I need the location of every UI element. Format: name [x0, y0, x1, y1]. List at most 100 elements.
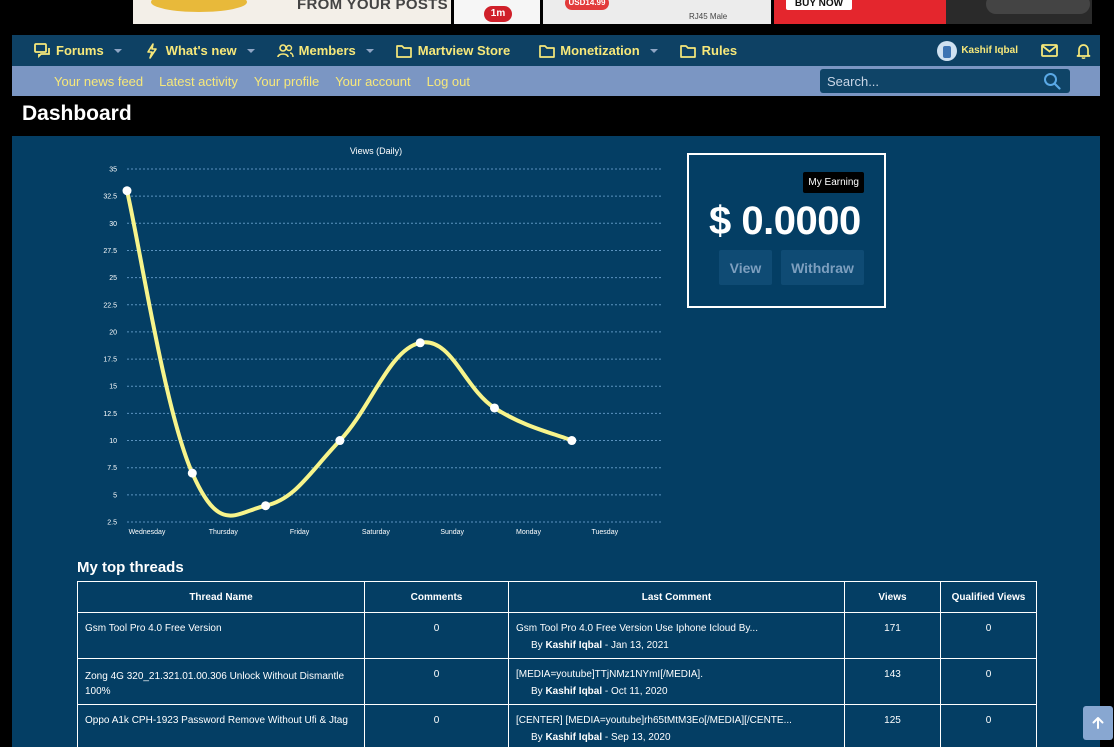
folder-icon [538, 42, 555, 59]
ad-banner-dark[interactable] [946, 0, 1092, 24]
table-row[interactable]: Zong 4G 320_21.321.01.00.306 Unlock With… [77, 658, 1037, 705]
chart-point[interactable] [490, 403, 499, 413]
by-label: By [531, 732, 543, 743]
author-link[interactable]: Kashif Iqbal [545, 640, 602, 651]
y-tick-label: 5 [113, 492, 117, 499]
view-earnings-button[interactable]: View [719, 250, 772, 285]
chart-point[interactable] [122, 186, 132, 196]
comments-count: 0 [364, 612, 509, 659]
chart-point[interactable] [335, 436, 345, 446]
nav-item-label: Monetization [560, 43, 640, 58]
folder-icon [680, 42, 697, 59]
x-tick-label: Friday [290, 529, 310, 536]
comment-date: - Sep 13, 2020 [604, 732, 671, 743]
last-comment-link[interactable]: [CENTER] [MEDIA=youtube]rh65tMtM3Eo[/MED… [516, 715, 792, 726]
views-count: 125 [844, 704, 941, 747]
ad-banner-connector[interactable]: USD14.99 RJ45 Male [543, 0, 771, 24]
ad-caption: RJ45 Male [689, 12, 728, 21]
nav-item-label: Martview Store [417, 43, 511, 58]
chart-point[interactable] [187, 468, 197, 478]
chevron-down-icon[interactable] [649, 48, 658, 53]
last-comment-link[interactable]: Gsm Tool Pro 4.0 Free Version Use Iphone… [516, 623, 758, 634]
nav-item-label: Forums [56, 43, 104, 58]
author-link[interactable]: Kashif Iqbal [545, 686, 602, 697]
subnav-link-log-out[interactable]: Log out [427, 74, 470, 89]
nav-item-rules[interactable]: Rules [670, 35, 743, 66]
chevron-down-icon[interactable] [113, 48, 122, 53]
author-link[interactable]: Kashif Iqbal [545, 732, 602, 743]
nav-item-members[interactable]: Members [267, 35, 386, 66]
chart-grid [127, 168, 662, 523]
last-comment-cell: Gsm Tool Pro 4.0 Free Version Use Iphone… [508, 612, 845, 659]
thread-name-link[interactable]: Zong 4G 320_21.321.01.00.306 Unlock With… [77, 658, 365, 705]
ad-banner-device[interactable]: 1m [454, 0, 540, 24]
y-tick-label: 35 [109, 167, 117, 174]
forums-icon [34, 42, 51, 59]
table-row[interactable]: Gsm Tool Pro 4.0 Free Version 0 Gsm Tool… [77, 612, 1037, 659]
nav-item-whats-new[interactable]: What's new [134, 35, 267, 66]
subnav-link-account[interactable]: Your account [335, 74, 410, 89]
column-header-thread-name[interactable]: Thread Name [77, 581, 365, 613]
subnav-link-profile[interactable]: Your profile [254, 74, 319, 89]
mail-icon[interactable] [1032, 35, 1066, 66]
chart-y-axis: 2.5 5 7.5 10 12.5 15 17.5 20 22.5 25 27.5 30 32.5 35 [103, 167, 117, 527]
x-tick-label: Saturday [362, 529, 391, 536]
y-tick-label: 30 [109, 221, 117, 228]
views-count: 143 [844, 658, 941, 705]
members-icon [276, 42, 294, 59]
search-box [820, 69, 1070, 93]
earnings-card: My Earning $ 0.0000 View Withdraw [687, 153, 886, 308]
x-tick-label: Tuesday [592, 529, 619, 536]
chart-point[interactable] [567, 436, 577, 446]
subnav-link-news-feed[interactable]: Your news feed [54, 74, 143, 89]
y-tick-label: 7.5 [107, 465, 117, 472]
column-header-comments[interactable]: Comments [364, 581, 509, 613]
chart-point[interactable] [415, 338, 425, 348]
user-menu[interactable]: Kashif Iqbal [937, 40, 1018, 61]
table-header-row: Thread Name Comments Last Comment Views … [77, 581, 1037, 613]
ad-banner-text: FROM YOUR POSTS [297, 0, 448, 13]
chevron-down-icon[interactable] [246, 48, 255, 53]
bell-icon[interactable] [1066, 35, 1100, 66]
ad-price-badge: USD14.99 [565, 0, 609, 10]
column-header-views[interactable]: Views [844, 581, 941, 613]
avatar [937, 40, 958, 61]
search-icon[interactable] [1042, 71, 1062, 91]
ad-banner-buy[interactable]: BUY NOW [774, 0, 946, 24]
table-row[interactable]: Oppo A1k CPH-1923 Password Remove Withou… [77, 704, 1037, 747]
nav-item-forums[interactable]: Forums [12, 35, 134, 66]
comment-date: - Oct 11, 2020 [604, 686, 668, 697]
column-header-last-comment[interactable]: Last Comment [508, 581, 845, 613]
bolt-icon [144, 42, 161, 59]
withdraw-button[interactable]: Withdraw [781, 250, 864, 285]
ad-banner-posts[interactable]: FROM YOUR POSTS [133, 0, 451, 24]
last-comment-link[interactable]: [MEDIA=youtube]TTjNMz1NYmI[/MEDIA]. [516, 669, 703, 680]
by-label: By [531, 640, 543, 651]
nav-item-martview-store[interactable]: Martview Store [386, 35, 516, 66]
y-tick-label: 27.5 [103, 248, 117, 255]
last-comment-meta: By Kashif Iqbal - Jan 13, 2021 [516, 640, 837, 651]
views-count: 171 [844, 612, 941, 659]
main-nav: Forums What's new Members Martview Store… [12, 35, 1100, 66]
nav-item-monetization[interactable]: Monetization [516, 35, 669, 66]
qualified-views-count: 0 [940, 658, 1037, 705]
last-comment-meta: By Kashif Iqbal - Sep 13, 2020 [516, 732, 837, 743]
chart-point[interactable] [261, 501, 271, 511]
chevron-down-icon[interactable] [365, 48, 374, 53]
scroll-to-top-button[interactable] [1083, 706, 1113, 740]
thread-name-link[interactable]: Gsm Tool Pro 4.0 Free Version [77, 612, 365, 659]
subnav-link-latest-activity[interactable]: Latest activity [159, 74, 238, 89]
y-tick-label: 32.5 [103, 194, 117, 201]
ad-buy-now-button[interactable]: BUY NOW [786, 0, 852, 10]
y-tick-label: 20 [109, 329, 117, 336]
ad-banner-strip: FROM YOUR POSTS 1m USD14.99 RJ45 Male BU… [0, 0, 1114, 28]
thread-name-link[interactable]: Oppo A1k CPH-1923 Password Remove Withou… [77, 704, 365, 747]
chart-series-line [125, 188, 574, 518]
y-tick-label: 17.5 [103, 357, 117, 364]
search-input[interactable] [820, 69, 1030, 93]
comments-count: 0 [364, 704, 509, 747]
column-header-qualified-views[interactable]: Qualified Views [940, 581, 1037, 613]
nav-item-label: Members [298, 43, 356, 58]
views-chart: Views (Daily) 2.557.51012.51517.52022.52… [103, 146, 662, 536]
x-tick-label: Sunday [440, 529, 464, 536]
